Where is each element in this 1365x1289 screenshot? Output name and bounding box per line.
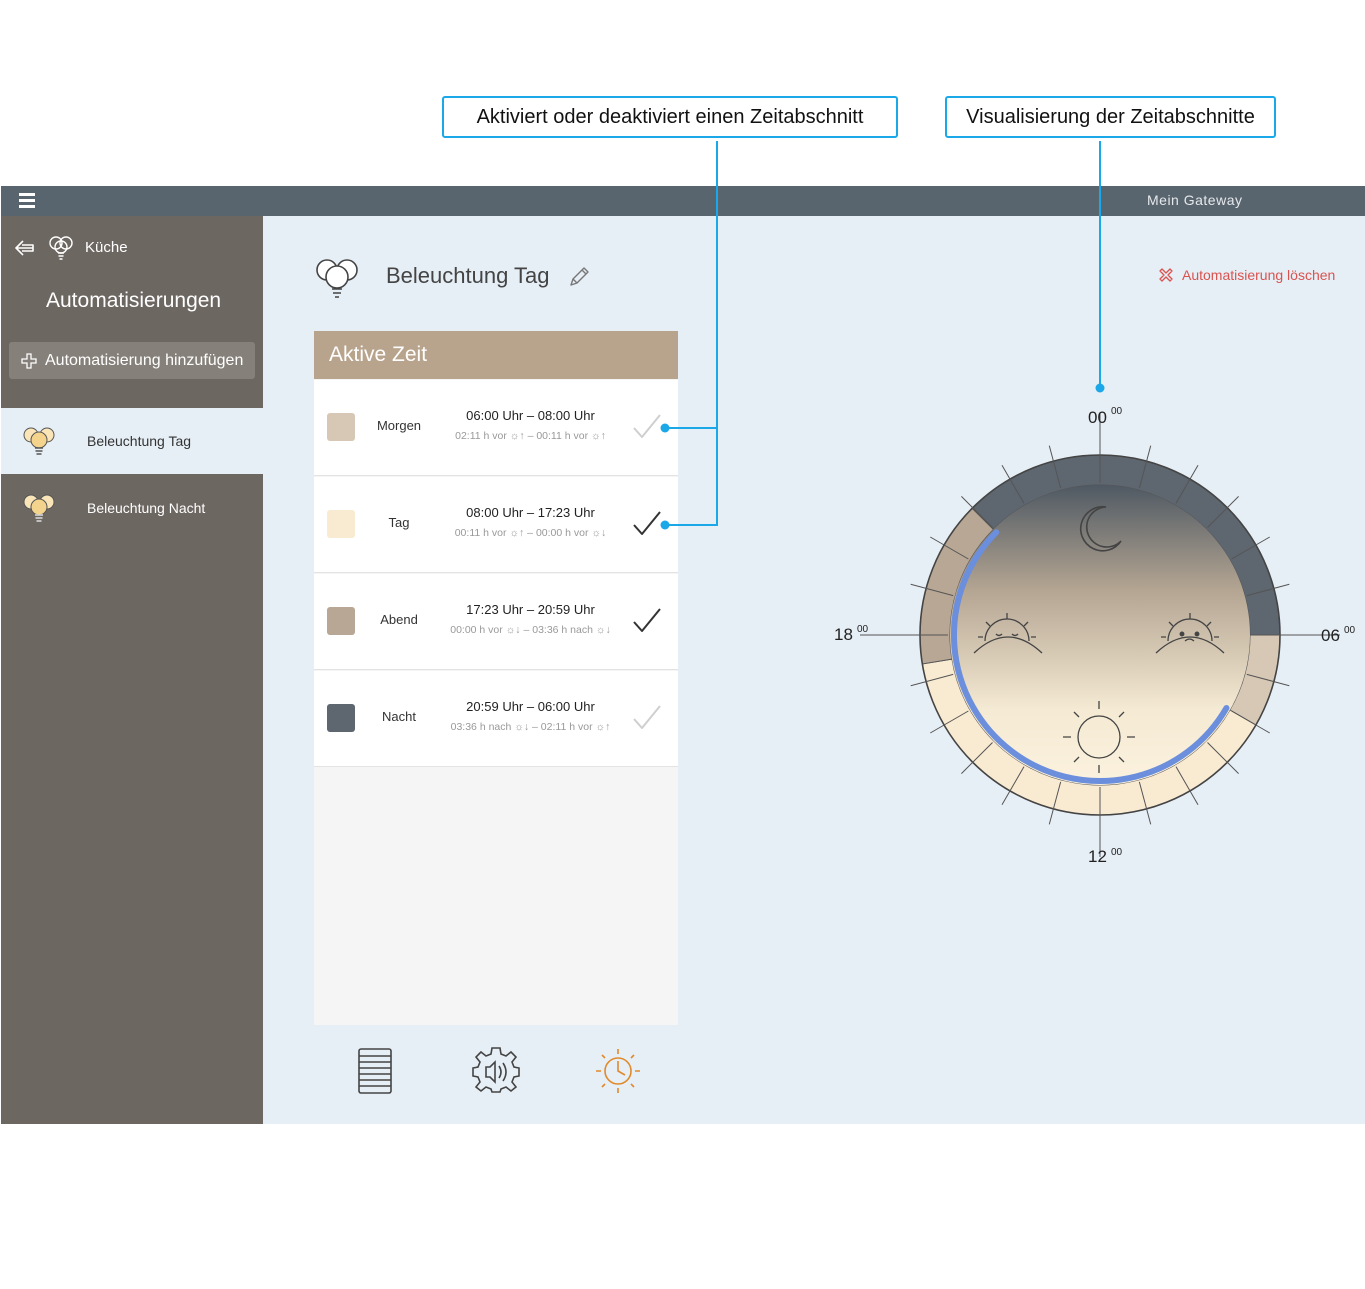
hour-label-12: 12 — [1088, 847, 1107, 866]
sun-clock-icon[interactable] — [594, 1047, 642, 1095]
hour-label-18-sup: 00 — [857, 624, 869, 635]
gear-sound-icon[interactable] — [472, 1047, 520, 1095]
time-period-clock: 00 00 06 00 12 00 18 00 — [834, 406, 1356, 866]
callout-dot-tag — [660, 520, 670, 530]
hour-label-00: 00 — [1088, 408, 1107, 427]
callout-dot-morgen — [660, 423, 670, 433]
hour-label-12-sup: 00 — [1111, 847, 1123, 858]
hour-label-18: 18 — [834, 625, 853, 644]
list-icon[interactable] — [356, 1047, 394, 1095]
hour-label-06-sup: 00 — [1344, 625, 1356, 636]
hour-label-00-sup: 00 — [1111, 406, 1123, 417]
hour-label-06: 06 — [1321, 626, 1340, 645]
